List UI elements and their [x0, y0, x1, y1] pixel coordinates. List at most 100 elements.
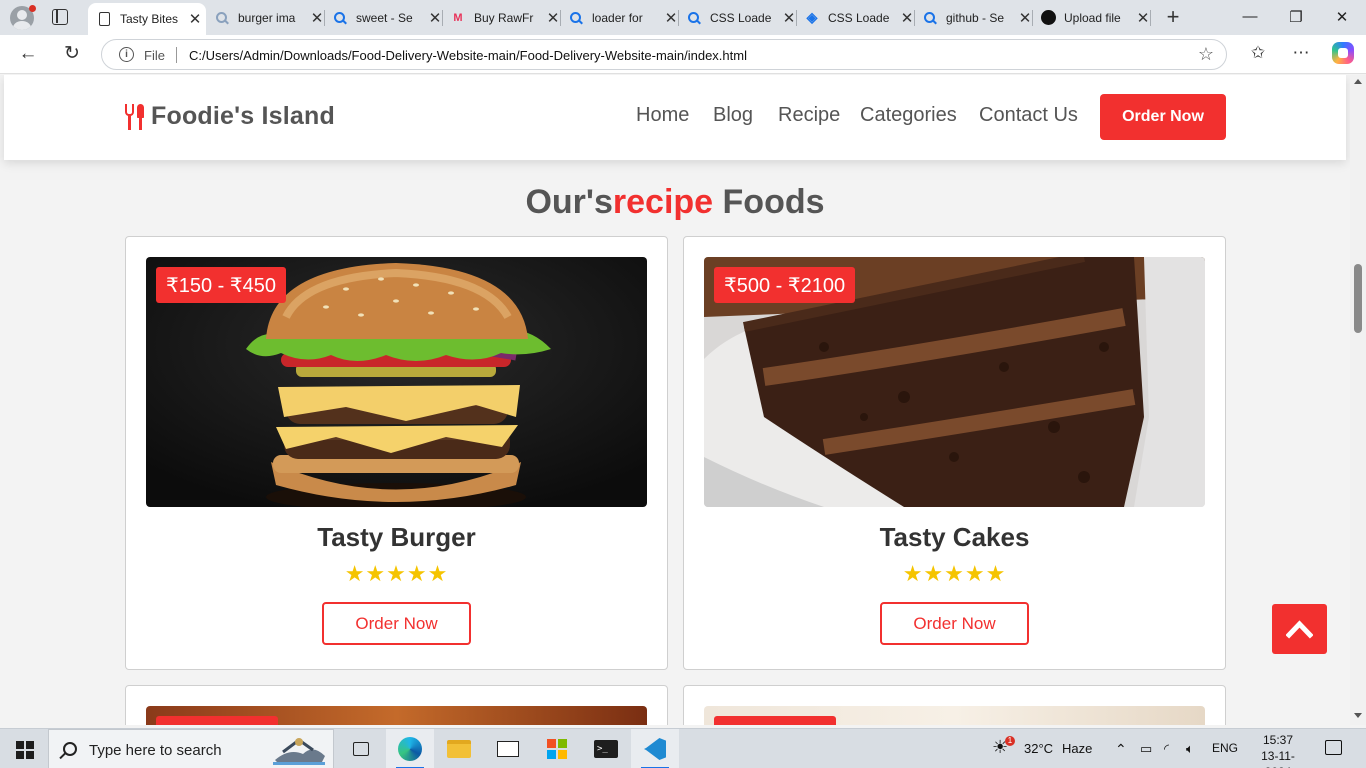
- tab-loader-search[interactable]: loader for ✕: [560, 3, 678, 32]
- weather-condition[interactable]: Haze: [1062, 741, 1092, 756]
- taskbar-search-box[interactable]: Type here to search: [48, 729, 334, 768]
- section-title-accent: recipe: [612, 183, 714, 221]
- tab-title: Tasty Bites: [120, 12, 179, 26]
- tab-tasty-bites[interactable]: Tasty Bites ✕: [88, 3, 206, 35]
- taskbar: Type here to search >_ ☀ 1 32°C Haze ⌃ ▭…: [0, 728, 1366, 768]
- food-card-partial: [125, 685, 668, 725]
- burger-image: ₹150 - ₹450: [146, 257, 647, 507]
- food-name: Tasty Burger: [317, 522, 476, 552]
- scroll-thumb[interactable]: [1354, 264, 1362, 333]
- tab-close-icon[interactable]: ✕: [1018, 9, 1032, 27]
- price-tag: ₹500 - ₹2100: [714, 267, 856, 303]
- layers-icon: ◈: [806, 9, 818, 25]
- tab-close-icon[interactable]: ✕: [310, 9, 324, 27]
- tab-title: loader for: [592, 10, 643, 25]
- tab-separator: [1150, 10, 1151, 26]
- order-now-button[interactable]: Order Now: [880, 602, 1029, 645]
- address-bar[interactable]: i File C:/Users/Admin/Downloads/Food-Del…: [101, 39, 1227, 70]
- notification-center-icon[interactable]: [1325, 740, 1342, 755]
- search-icon: [686, 10, 702, 26]
- task-view-icon[interactable]: [337, 729, 385, 768]
- favorite-star-icon[interactable]: ☆: [1198, 44, 1214, 65]
- food-image-partial: [704, 706, 1205, 725]
- tab-close-icon[interactable]: ✕: [664, 9, 678, 27]
- header-order-now-button[interactable]: Order Now: [1100, 94, 1226, 140]
- star-rating-icon: ★★★★★: [902, 561, 1007, 586]
- nav-contact-us[interactable]: Contact Us: [979, 104, 1078, 127]
- back-arrow-icon[interactable]: ←: [17, 43, 39, 65]
- tab-github-search[interactable]: github - Se ✕: [914, 3, 1032, 32]
- food-image-partial: [146, 706, 647, 725]
- new-tab-plus-icon[interactable]: +: [1163, 6, 1183, 28]
- tab-title: github - Se: [946, 10, 1005, 25]
- order-now-button[interactable]: Order Now: [322, 602, 471, 645]
- profile-notification-dot: [29, 5, 36, 12]
- url-text[interactable]: C:/Users/Admin/Downloads/Food-Delivery-W…: [189, 48, 747, 63]
- edge-browser-icon[interactable]: [386, 729, 434, 768]
- tab-close-icon[interactable]: ✕: [546, 9, 560, 27]
- language-indicator[interactable]: ENG: [1212, 741, 1238, 755]
- taskbar-clock[interactable]: 15:37 13-11-2024: [1248, 732, 1308, 768]
- tab-sweet-search[interactable]: sweet - Se ✕: [324, 3, 442, 32]
- tab-title: Buy RawFr: [474, 10, 534, 25]
- tab-close-icon[interactable]: ✕: [188, 10, 202, 28]
- section-title: Our'srecipe Foods: [0, 183, 1350, 222]
- back-to-top-button[interactable]: [1272, 604, 1327, 654]
- search-icon: [568, 10, 584, 26]
- volume-icon[interactable]: 🔈︎: [1186, 741, 1194, 757]
- site-header: Foodie's Island Home Blog Recipe Categor…: [4, 75, 1346, 160]
- minimize-icon[interactable]: —: [1240, 8, 1260, 25]
- food-name: Tasty Cakes: [879, 522, 1030, 552]
- more-menu-icon[interactable]: ⋯: [1289, 43, 1313, 63]
- nav-home[interactable]: Home: [636, 104, 689, 127]
- terminal-icon[interactable]: >_: [582, 729, 630, 768]
- restore-icon[interactable]: ❐: [1286, 8, 1306, 26]
- nav-recipe[interactable]: Recipe: [778, 104, 840, 127]
- tab-css-loader-search[interactable]: CSS Loade ✕: [678, 3, 796, 32]
- copilot-icon[interactable]: [1332, 42, 1354, 64]
- info-icon[interactable]: i: [119, 47, 134, 62]
- mail-icon[interactable]: [484, 729, 532, 768]
- star-rating-icon: ★★★★★: [344, 561, 449, 586]
- myntra-icon: M: [453, 11, 463, 24]
- search-icon: [214, 10, 230, 26]
- tab-close-icon[interactable]: ✕: [1136, 9, 1150, 27]
- scheme-label: File: [144, 48, 165, 63]
- chevron-up-icon[interactable]: ⌃: [1115, 741, 1127, 758]
- weather-temperature[interactable]: 32°C: [1024, 741, 1053, 756]
- nav-blog[interactable]: Blog: [713, 104, 753, 127]
- food-card-burger: ₹150 - ₹450 Tasty Burger ★★★★★ Order Now: [125, 236, 668, 670]
- microsoft-store-icon[interactable]: [533, 729, 581, 768]
- cake-image: ₹500 - ₹2100: [704, 257, 1205, 507]
- windows-start-icon[interactable]: [16, 741, 34, 759]
- scroll-down-arrow-icon[interactable]: [1354, 713, 1362, 718]
- clock-time: 15:37: [1262, 733, 1294, 747]
- vscode-icon[interactable]: [631, 729, 679, 768]
- tab-close-icon[interactable]: ✕: [900, 9, 914, 27]
- clock-date: 13-11-2024: [1261, 749, 1295, 768]
- file-explorer-icon[interactable]: [435, 729, 483, 768]
- page-viewport: Foodie's Island Home Blog Recipe Categor…: [0, 75, 1350, 725]
- browser-tab-strip: Tasty Bites ✕ burger ima ✕ sweet - Se ✕ …: [0, 0, 1366, 35]
- site-logo[interactable]: Foodie's Island: [124, 102, 335, 131]
- reload-icon[interactable]: ↻: [61, 43, 83, 65]
- tab-title: CSS Loade: [710, 10, 772, 25]
- tab-close-icon[interactable]: ✕: [428, 9, 442, 27]
- tab-css-loaders[interactable]: ◈ CSS Loade ✕: [796, 3, 914, 32]
- search-placeholder: Type here to search: [89, 742, 222, 759]
- section-title-part1: Our's: [525, 183, 613, 221]
- nav-categories[interactable]: Categories: [860, 104, 957, 127]
- favorites-list-icon[interactable]: ✩: [1246, 43, 1270, 63]
- window-close-icon[interactable]: ✕: [1332, 8, 1352, 26]
- tab-upload-file[interactable]: Upload file ✕: [1032, 3, 1150, 32]
- tab-close-icon[interactable]: ✕: [782, 9, 796, 27]
- wifi-icon[interactable]: ◜: [1164, 741, 1169, 757]
- scroll-up-arrow-icon[interactable]: [1354, 79, 1362, 84]
- tab-burger-images[interactable]: burger ima ✕: [206, 3, 324, 32]
- tab-buy-rawfr[interactable]: M Buy RawFr ✕: [442, 3, 560, 32]
- page-scrollbar[interactable]: [1350, 75, 1366, 725]
- price-tag: ₹150 - ₹450: [156, 267, 286, 303]
- battery-icon[interactable]: ▭: [1140, 741, 1152, 757]
- tab-actions-icon[interactable]: [52, 9, 68, 25]
- address-divider: [176, 47, 177, 63]
